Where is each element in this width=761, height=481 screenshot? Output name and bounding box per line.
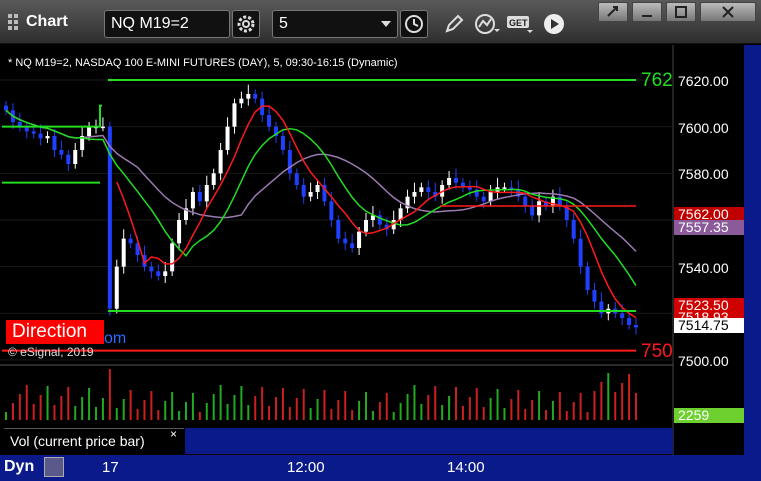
candle-body [287, 150, 292, 174]
candle-body [336, 220, 341, 239]
candle-body [447, 178, 452, 185]
direction-suffix: om [104, 330, 127, 347]
candle-body [578, 238, 583, 267]
ma-green-line [5, 109, 637, 287]
candle-body [246, 94, 251, 99]
candle-body [59, 150, 64, 155]
candle-body [419, 187, 424, 192]
candle-body [190, 192, 195, 209]
candle-body [87, 126, 92, 136]
candle-body [454, 178, 458, 183]
dynamic-mode-label[interactable]: Dyn [4, 458, 34, 476]
right-edge-bar [744, 45, 761, 481]
candle-body [114, 266, 119, 309]
candle-body [426, 187, 431, 192]
candle-body [412, 192, 417, 197]
candle-body [38, 133, 43, 139]
candle-body [232, 103, 237, 127]
top-green-edge-label: 762 [641, 70, 673, 91]
price-tick: 7620.00 [678, 73, 729, 89]
candle-body [197, 192, 202, 202]
candle-body [177, 220, 182, 244]
candle-body [239, 98, 244, 104]
direction-label: Direction [6, 320, 104, 344]
price-tick: 7540.00 [678, 260, 729, 276]
candle-body [253, 94, 258, 99]
candle-body [100, 126, 105, 129]
candle-body [357, 231, 362, 248]
volume-label-bar [185, 428, 673, 454]
price-tick: 7500.00 [678, 353, 729, 369]
volume-study-label[interactable]: Vol (current price bar) [4, 428, 184, 454]
candle-body [488, 192, 493, 202]
candle-body [66, 154, 71, 164]
candle-body [301, 185, 306, 197]
volume-bars [5, 369, 637, 420]
candle-body [502, 187, 507, 189]
candle-body [218, 150, 223, 174]
candle-body [163, 271, 168, 276]
zoom-icon[interactable] [44, 457, 64, 477]
candle-body [267, 115, 272, 127]
candle-body [45, 136, 50, 139]
candle-body [620, 313, 625, 318]
candle-body [149, 266, 154, 272]
volume-value-tag: 2259 [674, 408, 744, 423]
candle-body [121, 238, 126, 267]
candle-body [280, 136, 285, 150]
symbol-description: * NQ M19=2, NASDAQ 100 E-MINI FUTURES (D… [8, 57, 398, 69]
candle-body [170, 243, 175, 272]
ma-purple-line [5, 109, 637, 252]
candle-body [211, 173, 216, 185]
bottom-red-edge-label: 750 [641, 341, 673, 362]
candle-body [627, 318, 632, 325]
candle-body [530, 206, 535, 216]
candle-body [225, 126, 230, 150]
level-line-prev [2, 104, 102, 128]
candle-body [73, 150, 78, 164]
ma-red-line [116, 105, 637, 319]
candle-body [467, 187, 472, 190]
volume-close-icon[interactable]: × [170, 427, 177, 441]
candle-body [364, 220, 368, 232]
candle-body [329, 201, 334, 220]
candle-body [156, 271, 161, 276]
candle-body [350, 243, 355, 248]
last-price-tag: 7514.75 [674, 318, 744, 333]
candle-body [634, 325, 638, 328]
candle-body [204, 185, 209, 202]
candle-body [343, 238, 348, 244]
candle-body [523, 196, 528, 206]
copyright: © eSignal, 2019 [8, 345, 94, 359]
candle-body [315, 185, 320, 192]
candle-body [31, 131, 36, 134]
price-tick: 7600.00 [678, 120, 729, 136]
time-tick: 17 [102, 459, 119, 476]
moving-averages [5, 105, 637, 319]
time-tick: 14:00 [447, 459, 485, 476]
price-tick: 7580.00 [678, 166, 729, 182]
sma-purple-tag: 7557.35 [674, 220, 744, 235]
time-tick: 12:00 [287, 459, 325, 476]
candle-body [571, 220, 576, 239]
candle-body [128, 238, 133, 244]
candle-body [585, 266, 590, 290]
candle-body [537, 201, 542, 216]
candle-body [308, 192, 313, 197]
candle-body [4, 105, 8, 111]
candle-body [294, 173, 299, 185]
candle-body [592, 290, 597, 302]
candle-body [481, 196, 486, 202]
candle-body [52, 136, 57, 150]
